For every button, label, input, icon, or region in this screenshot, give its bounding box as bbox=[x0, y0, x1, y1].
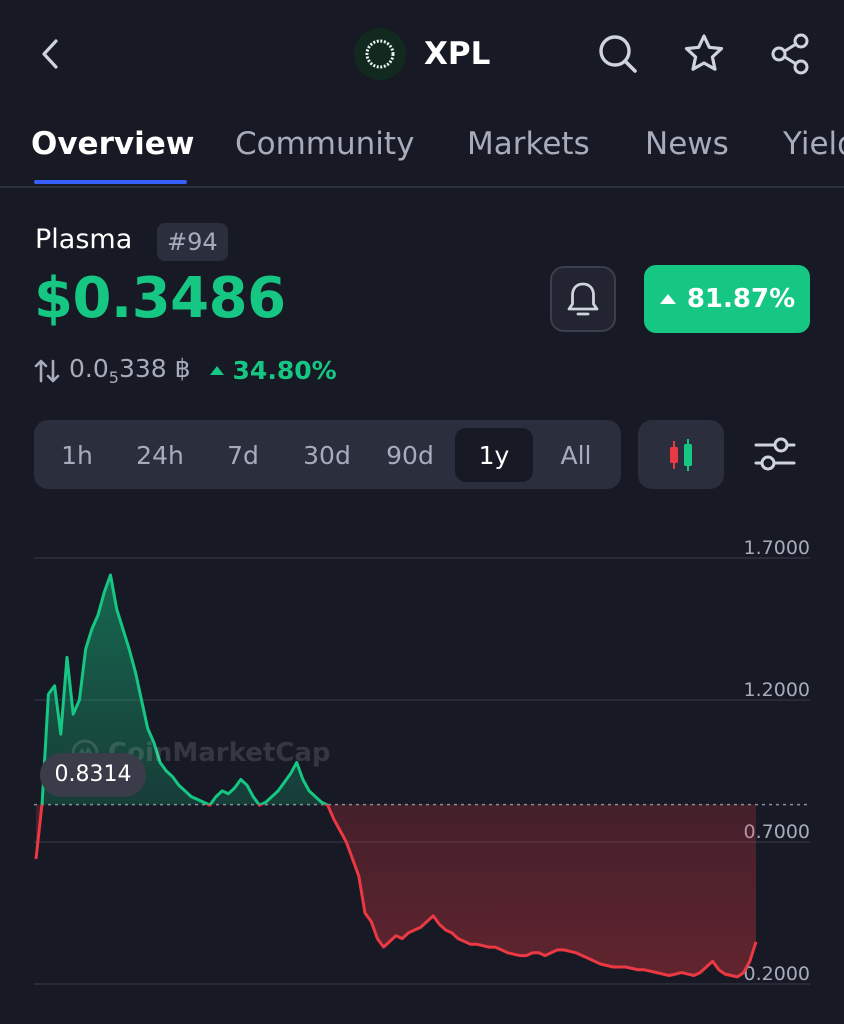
bell-icon bbox=[567, 282, 599, 316]
range-1y[interactable]: 1y bbox=[455, 428, 533, 482]
y-tick-label: 1.7000 bbox=[744, 537, 810, 559]
coin-brand: XPL bbox=[354, 28, 490, 80]
range-7d[interactable]: 7d bbox=[210, 428, 276, 482]
range-90d[interactable]: 90d bbox=[372, 428, 448, 482]
swap-arrows-icon bbox=[34, 359, 60, 382]
coin-ticker: XPL bbox=[424, 36, 491, 72]
range-all[interactable]: All bbox=[541, 428, 611, 482]
tab-overview[interactable]: Overview bbox=[31, 126, 194, 162]
search-icon[interactable] bbox=[596, 32, 640, 76]
candlestick-icon bbox=[670, 438, 692, 471]
btc-price: 0.05338 ฿ bbox=[69, 354, 191, 387]
range-30d[interactable]: 30d bbox=[288, 428, 366, 482]
tab-bar: Overview Community Markets News Yield bbox=[0, 118, 844, 188]
btc-price-row: 0.05338 ฿ 34.80% bbox=[33, 354, 337, 387]
tab-yield[interactable]: Yield bbox=[783, 126, 844, 162]
btc-change: 34.80% bbox=[209, 356, 337, 385]
range-1h[interactable]: 1h bbox=[44, 428, 110, 482]
tab-news[interactable]: News bbox=[645, 126, 729, 162]
price-change-badge[interactable]: 81.87% bbox=[644, 265, 810, 333]
y-tick-label: 1.2000 bbox=[744, 679, 810, 701]
back-arrow-icon[interactable] bbox=[34, 36, 70, 72]
coin-logo bbox=[354, 28, 406, 80]
caret-up-icon bbox=[659, 294, 676, 304]
share-icon[interactable] bbox=[768, 32, 812, 76]
coin-price: $0.3486 bbox=[34, 266, 286, 331]
y-tick-label: 0.2000 bbox=[744, 963, 810, 985]
time-range-selector: 1h 24h 7d 30d 90d 1y All bbox=[34, 420, 621, 489]
active-tab-indicator bbox=[34, 180, 187, 184]
caret-up-icon bbox=[209, 366, 224, 375]
price-change-value: 81.87% bbox=[686, 284, 796, 314]
star-icon[interactable] bbox=[682, 32, 726, 76]
chart-settings-icon[interactable] bbox=[750, 430, 800, 480]
price-alert-button[interactable] bbox=[550, 266, 616, 332]
tab-markets[interactable]: Markets bbox=[467, 126, 590, 162]
tab-community[interactable]: Community bbox=[235, 126, 414, 162]
range-24h[interactable]: 24h bbox=[122, 428, 198, 482]
candlestick-toggle[interactable] bbox=[638, 420, 724, 489]
chart-reference-tooltip: 0.8314 bbox=[40, 752, 146, 797]
rank-badge: #94 bbox=[157, 223, 228, 261]
btc-symbol: ฿ bbox=[174, 354, 191, 383]
coin-name: Plasma bbox=[35, 224, 133, 255]
